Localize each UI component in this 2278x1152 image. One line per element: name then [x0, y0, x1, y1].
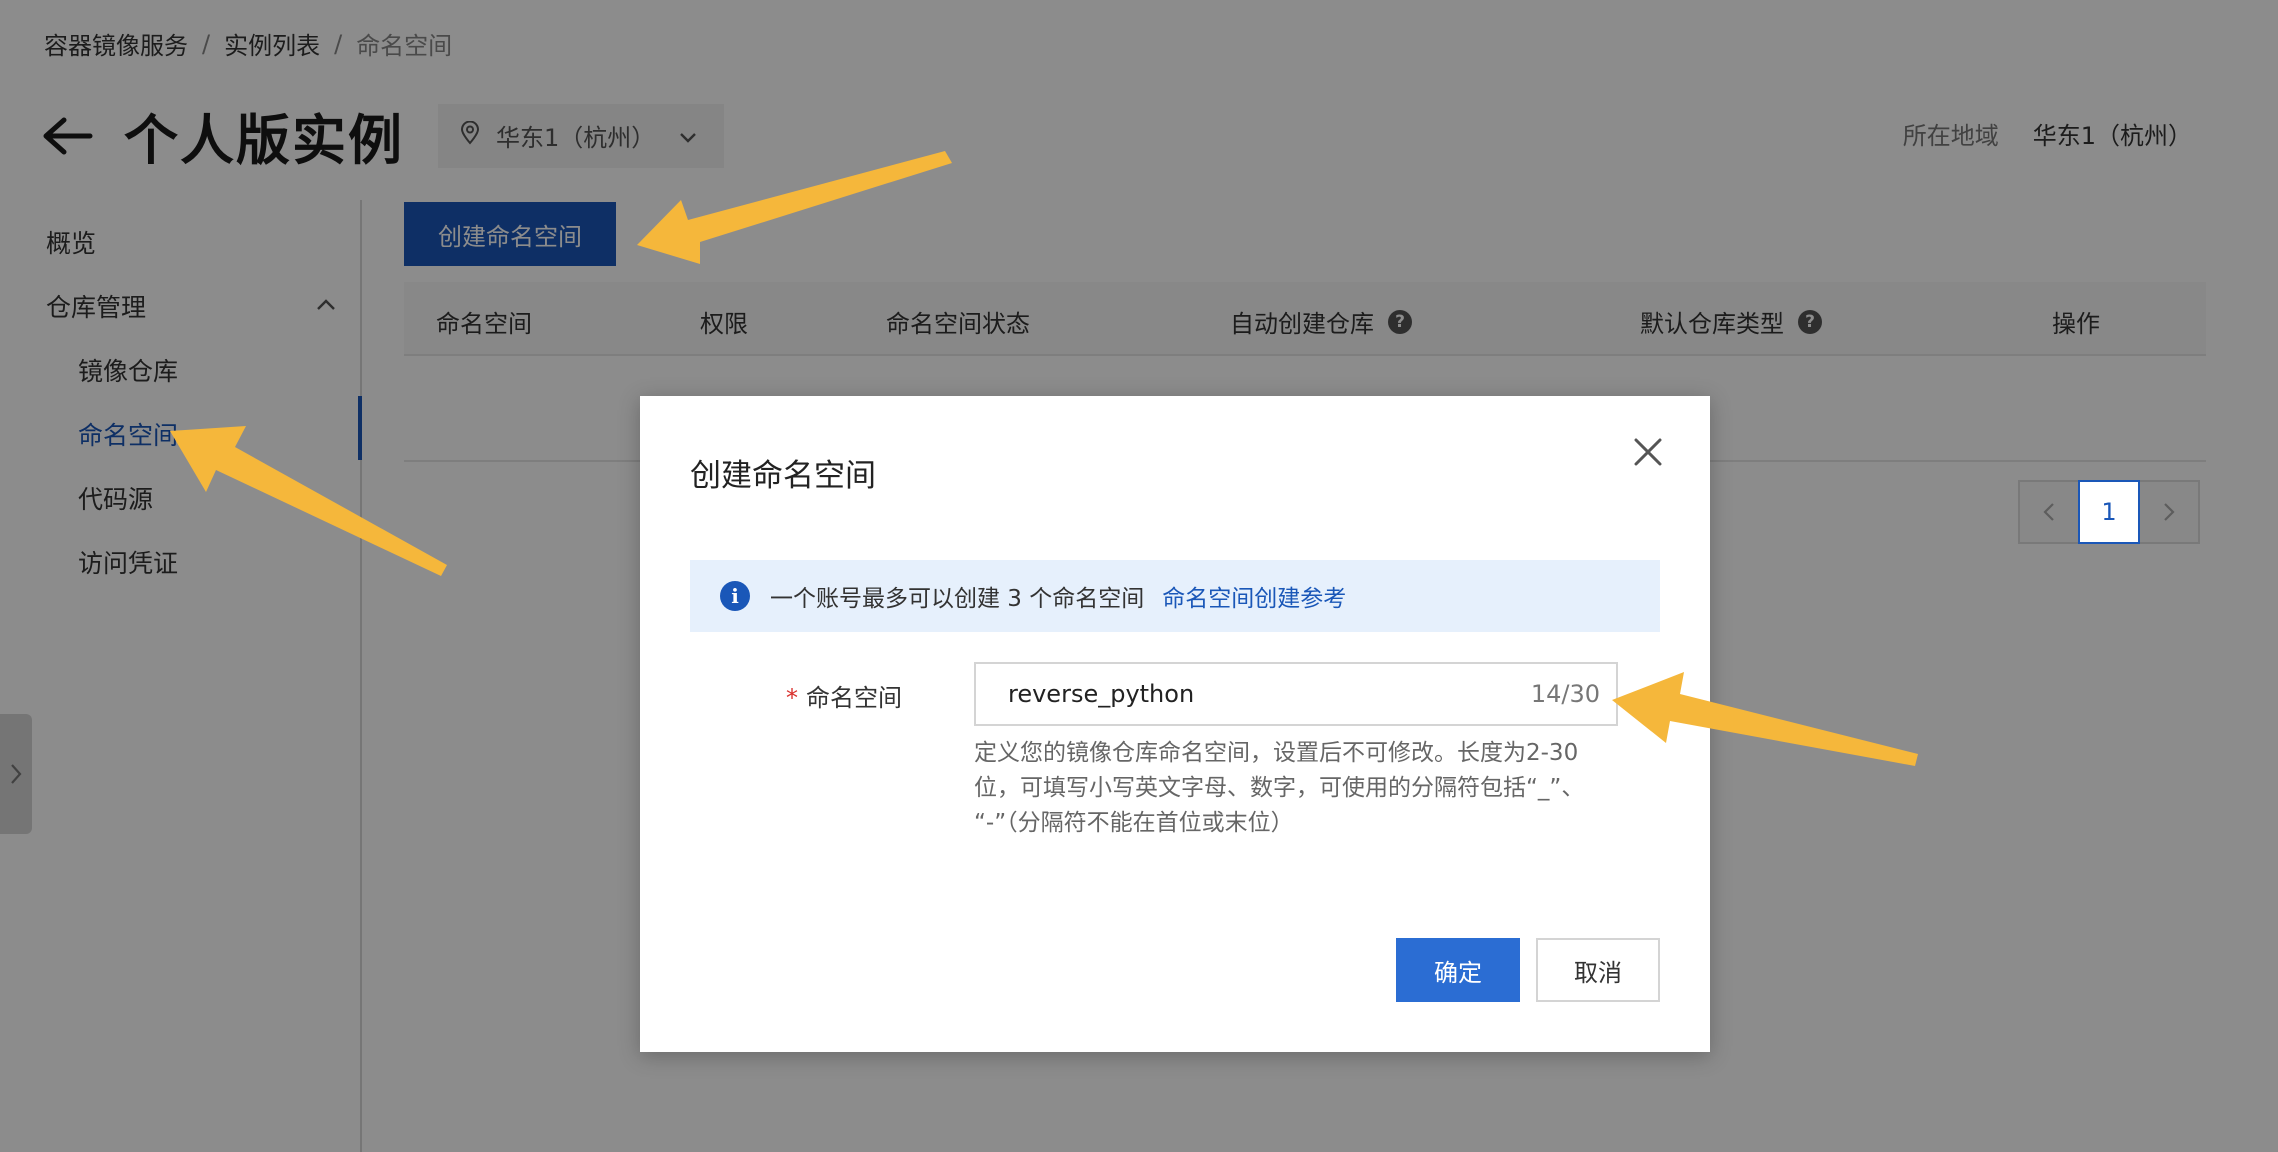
- cancel-button[interactable]: 取消: [1536, 938, 1660, 1002]
- namespace-reference-link[interactable]: 命名空间创建参考: [1162, 579, 1346, 613]
- create-namespace-dialog: 创建命名空间 i 一个账号最多可以创建 3 个命名空间 命名空间创建参考 * 命名…: [640, 396, 1710, 1052]
- page-button-current[interactable]: 1: [2078, 480, 2140, 544]
- dialog-title: 创建命名空间: [690, 458, 876, 494]
- required-mark: *: [786, 684, 798, 712]
- close-icon[interactable]: [1628, 432, 1668, 472]
- namespace-field-label: * 命名空间: [786, 684, 902, 712]
- namespace-input[interactable]: reverse_python 14/30: [974, 662, 1618, 726]
- info-text: 一个账号最多可以创建 3 个命名空间: [770, 586, 1145, 612]
- character-counter: 14/30: [1530, 680, 1600, 708]
- namespace-input-value[interactable]: reverse_python: [1008, 680, 1531, 708]
- info-banner: i 一个账号最多可以创建 3 个命名空间 命名空间创建参考: [690, 560, 1660, 632]
- namespace-help-text: 定义您的镜像仓库命名空间，设置后不可修改。长度为2-30 位，可填写小写英文字母…: [974, 740, 1585, 836]
- info-icon: i: [720, 581, 750, 611]
- confirm-button[interactable]: 确定: [1396, 938, 1520, 1002]
